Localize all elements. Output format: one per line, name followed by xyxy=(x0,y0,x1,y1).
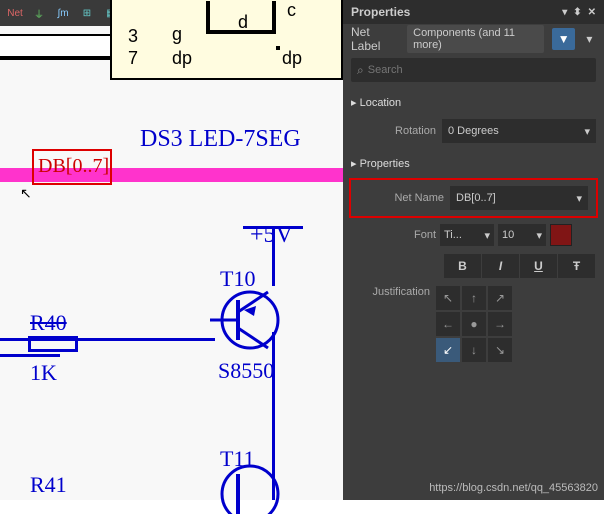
format-row: B I U Ŧ xyxy=(343,250,604,282)
section-properties[interactable]: ▸ Properties xyxy=(343,147,604,176)
italic-button[interactable]: I xyxy=(482,254,520,278)
font-label: Font xyxy=(351,229,436,241)
netname-highlight: Net Name DB[0..7]▾ xyxy=(349,178,598,218)
t11-label: T11 xyxy=(220,446,255,472)
pin-dp2: dp xyxy=(282,48,302,69)
netname-dropdown[interactable]: DB[0..7]▾ xyxy=(450,186,588,210)
just-tl[interactable]: ↖ xyxy=(436,286,460,310)
pin-7: 7 xyxy=(128,48,138,69)
search-box[interactable]: ⌕ xyxy=(351,58,596,82)
font-size-dropdown[interactable]: 10▾ xyxy=(498,224,546,246)
tool-net[interactable]: Net xyxy=(4,3,26,23)
object-type-row: Net Label Components (and 11 more) ▼ ▾ xyxy=(343,24,604,54)
panel-title: Properties xyxy=(351,5,410,19)
bold-button[interactable]: B xyxy=(444,254,482,278)
netname-row: Net Name DB[0..7]▾ xyxy=(351,182,596,214)
section-location[interactable]: ▸ Location xyxy=(343,86,604,115)
close-icon[interactable]: ✕ xyxy=(588,7,596,18)
component-body: g dp c d dp xyxy=(110,0,343,80)
schematic-canvas[interactable]: Net ⏚ ∫m ⊞ ▦ ⊞ A 🔧 g dp c d dp 3 7 DS3 L… xyxy=(0,0,343,500)
rotation-dropdown[interactable]: 0 Degrees▾ xyxy=(442,119,596,143)
s8550-label: S8550 xyxy=(218,358,274,384)
watermark: https://blog.csdn.net/qq_45563820 xyxy=(429,482,598,494)
pin-stub xyxy=(0,34,110,58)
just-br[interactable]: ↘ xyxy=(488,338,512,362)
chevron-down-icon: ▾ xyxy=(584,125,590,138)
just-bc[interactable]: ↓ xyxy=(462,338,486,362)
resistor-r40 xyxy=(28,336,78,352)
tool-gnd[interactable]: ⏚ xyxy=(28,3,50,23)
underline-button[interactable]: U xyxy=(520,254,558,278)
filter-button[interactable]: ▼ xyxy=(552,28,574,50)
search-icon: ⌕ xyxy=(357,63,364,78)
font-color-swatch[interactable] xyxy=(550,224,572,246)
pin-stub xyxy=(0,58,110,60)
just-bl[interactable]: ↙ xyxy=(436,338,460,362)
pin-c: c xyxy=(287,0,296,21)
just-tr[interactable]: ↗ xyxy=(488,286,512,310)
just-mr[interactable]: → xyxy=(488,312,512,336)
tool-box1[interactable]: ⊞ xyxy=(76,3,98,23)
search-input[interactable] xyxy=(368,64,590,76)
filter-caret[interactable]: ▾ xyxy=(583,28,596,50)
rotation-row: Rotation 0 Degrees▾ xyxy=(343,115,604,147)
font-family-dropdown[interactable]: Ti...▾ xyxy=(440,224,494,246)
pin-3: 3 xyxy=(128,26,138,47)
r40-value: 1K xyxy=(30,360,57,386)
components-tag[interactable]: Components (and 11 more) xyxy=(407,25,544,53)
panel-header: Properties ▾ ⬍ ✕ xyxy=(343,0,604,24)
properties-panel: Properties ▾ ⬍ ✕ Net Label Components (a… xyxy=(343,0,604,500)
just-mc[interactable]: ● xyxy=(462,312,486,336)
font-row: Font Ti...▾ 10▾ xyxy=(343,220,604,250)
cursor-icon: ↖ xyxy=(20,185,32,202)
justification-grid: ↖ ↑ ↗ ← ● → ↙ ↓ ↘ xyxy=(436,286,512,362)
r40-label: R40 xyxy=(30,310,67,336)
designator-label: DS3 LED-7SEG xyxy=(140,126,301,153)
justification-label: Justification xyxy=(351,286,436,362)
netlabel-text[interactable]: DB[0..7] xyxy=(38,155,109,178)
pin-dp1: dp xyxy=(172,48,192,69)
netname-label: Net Name xyxy=(359,192,444,204)
transistor-t10 xyxy=(210,280,290,360)
rotation-label: Rotation xyxy=(351,125,436,137)
justification-row: Justification ↖ ↑ ↗ ← ● → ↙ ↓ ↘ xyxy=(343,282,604,366)
object-type: Net Label xyxy=(351,25,399,53)
strike-button[interactable]: Ŧ xyxy=(558,254,596,278)
t10-label: T10 xyxy=(220,266,255,292)
just-ml[interactable]: ← xyxy=(436,312,460,336)
pin-g: g xyxy=(172,24,182,45)
just-tc[interactable]: ↑ xyxy=(462,286,486,310)
chevron-down-icon: ▾ xyxy=(576,192,582,205)
dropdown-icon[interactable]: ▾ xyxy=(562,7,567,18)
r41-label: R41 xyxy=(30,472,67,498)
tool-int[interactable]: ∫m xyxy=(52,3,74,23)
pin-icon[interactable]: ⬍ xyxy=(573,7,581,18)
